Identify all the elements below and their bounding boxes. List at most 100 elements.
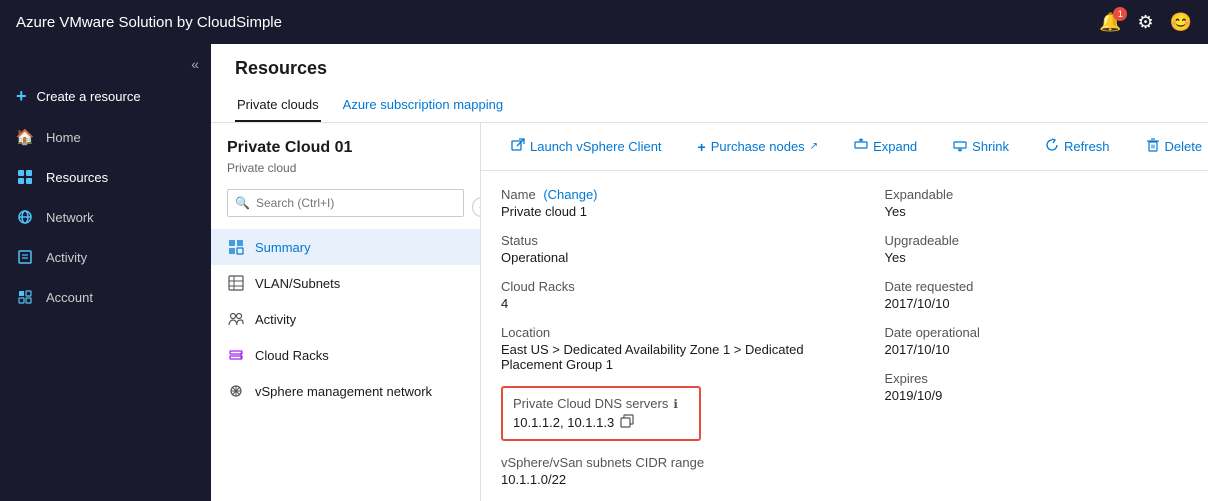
vsphere-subnets-label: vSphere/vSan subnets CIDR range xyxy=(501,455,825,470)
home-icon: 🏠 xyxy=(16,128,34,146)
search-input[interactable] xyxy=(227,189,464,217)
nav-item-activity[interactable]: Activity xyxy=(211,301,480,337)
purchase-nodes-button[interactable]: + Purchase nodes ↗ xyxy=(688,134,829,160)
cloud-racks-icon xyxy=(227,346,245,364)
name-change-link[interactable]: (Change) xyxy=(543,187,597,202)
nav-item-summary[interactable]: Summary xyxy=(211,229,480,265)
location-value: East US > Dedicated Availability Zone 1 … xyxy=(501,342,825,372)
tab-azure-subscription[interactable]: Azure subscription mapping xyxy=(341,89,505,122)
status-value: Operational xyxy=(501,250,825,265)
sidebar-collapse-btn[interactable]: « xyxy=(0,52,211,76)
expandable-value: Yes xyxy=(885,204,1169,219)
settings-icon[interactable]: ⚙ xyxy=(1137,12,1153,33)
create-resource-button[interactable]: + Create a resource xyxy=(0,76,211,117)
vsphere-icon xyxy=(227,382,245,400)
dns-value-row: 10.1.1.2, 10.1.1.3 xyxy=(513,414,689,431)
sidebar-item-resources[interactable]: Resources xyxy=(0,157,211,197)
network-icon xyxy=(16,208,34,226)
expandable-field: Expandable Yes xyxy=(885,187,1169,219)
tabs: Private clouds Azure subscription mappin… xyxy=(235,89,1184,122)
delete-icon xyxy=(1146,138,1160,155)
sidebar-item-label: Resources xyxy=(46,170,108,185)
shrink-button[interactable]: Shrink xyxy=(943,133,1019,160)
toolbar: Launch vSphere Client + Purchase nodes ↗ xyxy=(481,123,1208,171)
dns-value: 10.1.1.2, 10.1.1.3 xyxy=(513,415,614,430)
inner-layout: Private Cloud 01 Private cloud 🔍 « xyxy=(211,123,1208,501)
notification-icon[interactable]: 🔔 1 xyxy=(1099,12,1121,33)
expand-label: Expand xyxy=(873,139,917,154)
main-content: Resources Private clouds Azure subscript… xyxy=(211,44,1208,501)
expand-icon xyxy=(854,138,868,155)
external-link-icon: ↗ xyxy=(810,141,818,152)
sidebar-item-account[interactable]: Account xyxy=(0,277,211,317)
user-icon[interactable]: 😊 xyxy=(1170,12,1192,33)
account-icon xyxy=(16,288,34,306)
status-label: Status xyxy=(501,233,825,248)
detail-left-section: Name (Change) Private cloud 1 Status Ope… xyxy=(501,187,845,501)
dns-label: Private Cloud DNS servers xyxy=(513,396,668,411)
date-operational-value: 2017/10/10 xyxy=(885,342,1169,357)
nav-item-label: Summary xyxy=(255,240,311,255)
notification-badge: 1 xyxy=(1113,7,1127,21)
search-wrapper: 🔍 « xyxy=(211,189,480,217)
left-nav: Private Cloud 01 Private cloud 🔍 « xyxy=(211,123,481,501)
dns-info-icon[interactable]: ℹ xyxy=(673,397,678,411)
dns-label-row: Private Cloud DNS servers ℹ xyxy=(513,396,689,411)
sidebar-item-label: Account xyxy=(46,290,93,305)
location-label: Location xyxy=(501,325,825,340)
expand-button[interactable]: Expand xyxy=(844,133,927,160)
expires-value: 2019/10/9 xyxy=(885,388,1169,403)
chevron-left-icon: « xyxy=(191,56,199,72)
sidebar-item-label: Activity xyxy=(46,250,87,265)
sidebar-item-label: Home xyxy=(46,130,81,145)
cloud-racks-value: 4 xyxy=(501,296,825,311)
resources-icon xyxy=(16,168,34,186)
topbar: Azure VMware Solution by CloudSimple 🔔 1… xyxy=(0,0,1208,44)
delete-button[interactable]: Delete xyxy=(1136,133,1208,160)
nav-item-cloud-racks[interactable]: Cloud Racks xyxy=(211,337,480,373)
nav-item-label: Activity xyxy=(255,312,296,327)
tab-private-clouds[interactable]: Private clouds xyxy=(235,89,321,122)
sidebar-item-activity[interactable]: Activity xyxy=(0,237,211,277)
detail-content: Name (Change) Private cloud 1 Status Ope… xyxy=(481,171,1208,501)
name-value: Private cloud 1 xyxy=(501,204,825,219)
refresh-button[interactable]: Refresh xyxy=(1035,133,1120,160)
status-field: Status Operational xyxy=(501,233,825,265)
date-requested-field: Date requested 2017/10/10 xyxy=(885,279,1169,311)
dns-copy-icon[interactable] xyxy=(620,414,634,431)
date-requested-value: 2017/10/10 xyxy=(885,296,1169,311)
vlan-icon xyxy=(227,274,245,292)
cloud-racks-label: Cloud Racks xyxy=(501,279,825,294)
location-field: Location East US > Dedicated Availabilit… xyxy=(501,325,825,372)
resources-header: Resources Private clouds Azure subscript… xyxy=(211,44,1208,123)
cloud-racks-field: Cloud Racks 4 xyxy=(501,279,825,311)
activity-icon xyxy=(16,248,34,266)
search-box: 🔍 xyxy=(227,189,464,217)
sidebar-item-home[interactable]: 🏠 Home xyxy=(0,117,211,157)
refresh-label: Refresh xyxy=(1064,139,1110,154)
app-title: Azure VMware Solution by CloudSimple xyxy=(16,14,1099,31)
page-title: Resources xyxy=(235,58,1184,79)
nav-item-label: Cloud Racks xyxy=(255,348,329,363)
create-resource-label: Create a resource xyxy=(37,89,141,104)
upgradeable-label: Upgradeable xyxy=(885,233,1169,248)
date-requested-label: Date requested xyxy=(885,279,1169,294)
nav-item-vsphere-mgmt[interactable]: vSphere management network xyxy=(211,373,480,409)
private-cloud-subtitle: Private cloud xyxy=(211,161,480,189)
nav-collapse-button[interactable]: « xyxy=(472,197,481,217)
sidebar-item-label: Network xyxy=(46,210,94,225)
nav-item-label: vSphere management network xyxy=(255,384,432,399)
shrink-icon xyxy=(953,138,967,155)
launch-vsphere-button[interactable]: Launch vSphere Client xyxy=(501,133,672,160)
launch-vsphere-label: Launch vSphere Client xyxy=(530,139,662,154)
sidebar: « + Create a resource 🏠 Home Resources xyxy=(0,44,211,501)
expires-field: Expires 2019/10/9 xyxy=(885,371,1169,403)
expandable-label: Expandable xyxy=(885,187,1169,202)
search-icon: 🔍 xyxy=(235,196,250,210)
sidebar-item-network[interactable]: Network xyxy=(0,197,211,237)
nav-item-vlan-subnets[interactable]: VLAN/Subnets xyxy=(211,265,480,301)
private-cloud-title: Private Cloud 01 xyxy=(211,139,480,161)
detail-panel: Launch vSphere Client + Purchase nodes ↗ xyxy=(481,123,1208,501)
shrink-label: Shrink xyxy=(972,139,1009,154)
delete-label: Delete xyxy=(1165,139,1203,154)
